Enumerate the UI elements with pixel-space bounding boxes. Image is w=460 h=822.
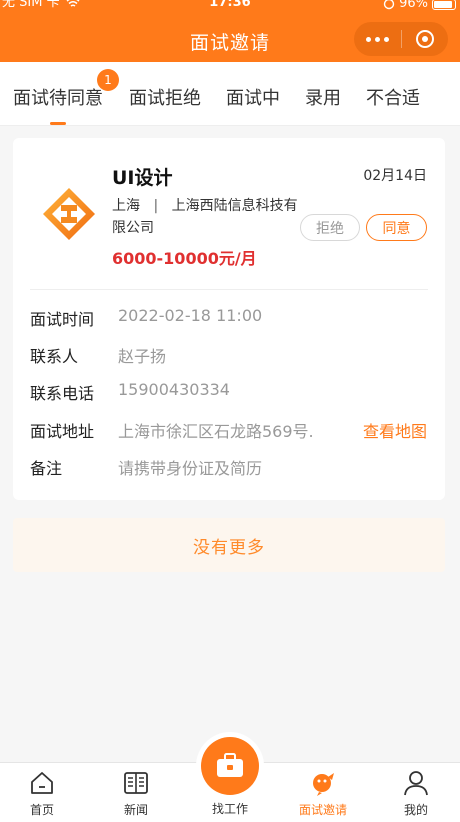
detail-value: 上海市徐汇区石龙路569号. (118, 422, 314, 441)
tabbar-item-home[interactable]: 首页 (2, 763, 82, 822)
job-date: 02月14日 (363, 168, 427, 184)
tab-hired[interactable]: 录用 (305, 84, 341, 110)
status-tabs: 面试待同意 1 面试拒绝 面试中 录用 不合适 (0, 62, 460, 126)
tabbar-label: 面试邀请 (298, 803, 347, 817)
tab-active-indicator (50, 122, 66, 125)
tabbar-item-mine[interactable]: 我的 (376, 763, 456, 822)
company-info: 上海 | 上海西陆信息科技有限公司 (112, 195, 302, 239)
more-dots-icon (364, 36, 391, 42)
tab-pending-badge: 1 (97, 69, 119, 91)
reject-button[interactable]: 拒绝 (300, 214, 360, 241)
interview-icon (313, 773, 334, 796)
user-icon (404, 771, 428, 796)
accept-button[interactable]: 同意 (366, 214, 427, 241)
card-divider (30, 289, 428, 290)
interview-card[interactable]: UI设计 02月14日 上海 | 上海西陆信息科技有限公司 6000-10000… (13, 138, 445, 500)
find-job-fab[interactable] (201, 737, 259, 795)
tabbar-label: 新闻 (123, 803, 148, 817)
detail-row-remark: 备注 请携带身份证及简历 (30, 455, 427, 479)
tabbar-item-news[interactable]: 新闻 (96, 763, 176, 822)
tab-rejected[interactable]: 面试拒绝 (129, 84, 201, 110)
detail-value: 15900430334 (118, 380, 230, 399)
detail-label: 面试地址 (30, 422, 95, 441)
tab-unsuitable[interactable]: 不合适 (366, 84, 420, 110)
tab-pending[interactable]: 面试待同意 (13, 84, 103, 110)
more-button[interactable] (354, 22, 401, 56)
orientation-lock-icon (383, 0, 395, 10)
close-mini-program-button[interactable] (401, 22, 448, 56)
detail-value: 2022-02-18 11:00 (118, 306, 263, 325)
detail-row-time: 面试时间 2022-02-18 11:00 (30, 306, 427, 330)
target-close-icon (415, 30, 434, 48)
job-location: 上海 (112, 198, 140, 214)
detail-value: 请携带身份证及简历 (118, 459, 263, 478)
detail-value: 赵子扬 (118, 347, 167, 366)
detail-row-phone: 联系电话 15900430334 (30, 380, 427, 404)
tab-in-progress[interactable]: 面试中 (226, 84, 280, 110)
find-job-label: 找工作 (211, 802, 248, 816)
status-bar: 无 SIM 卡 17:36 96% (0, 0, 460, 14)
tabbar-label: 我的 (403, 803, 428, 817)
no-more-hint: 没有更多 (13, 518, 445, 572)
mini-program-capsule (354, 22, 448, 56)
detail-row-contact: 联系人 赵子扬 (30, 343, 427, 367)
detail-label: 联系电话 (30, 384, 95, 403)
detail-label: 面试时间 (30, 310, 95, 329)
tabbar-item-interview[interactable]: 面试邀请 (283, 763, 363, 822)
detail-label: 备注 (30, 459, 63, 478)
detail-label: 联系人 (30, 347, 79, 366)
battery-icon (432, 0, 456, 10)
news-icon (124, 772, 148, 794)
header-bar: 无 SIM 卡 17:36 96% 面试邀请 (0, 0, 460, 62)
company-name: 上海西陆信息科技有限公司 (112, 198, 298, 236)
detail-row-address: 面试地址 上海市徐汇区石龙路569号. 查看地图 (30, 418, 427, 442)
company-logo (43, 188, 95, 240)
view-map-link[interactable]: 查看地图 (363, 418, 427, 442)
job-title: UI设计 (112, 167, 173, 189)
tabbar-label: 首页 (29, 803, 54, 817)
salary: 6000-10000元/月 (112, 249, 257, 268)
briefcase-icon (217, 753, 243, 777)
info-separator: | (153, 198, 159, 214)
home-icon (31, 772, 53, 794)
battery-percent: 96% (399, 0, 428, 11)
